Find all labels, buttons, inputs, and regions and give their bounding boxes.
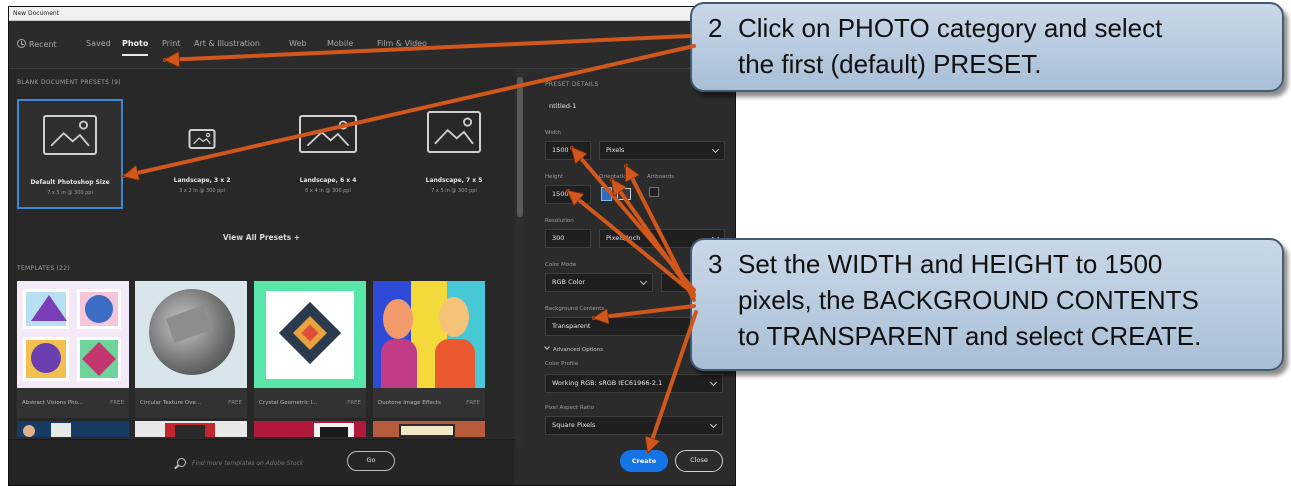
chevron-down-icon [709,378,718,387]
preset-name: Default Photoshop Size [30,179,110,186]
tab-photo[interactable]: Photo [122,39,149,56]
category-tabs: Recent Saved Photo Print Art & Illustrat… [9,21,735,69]
callout-text: Set the WIDTH and HEIGHT to 1500 pixels,… [738,249,1202,351]
preset-name: Landscape, 7 x 5 [425,177,483,184]
chevron-down-icon [639,277,648,286]
resolution-input[interactable]: 300 [545,229,591,248]
width-label: Width [545,130,561,136]
color-profile-select[interactable]: Working RGB: sRGB IEC61966-2.1 [545,374,723,393]
tab-recent[interactable]: Recent [17,39,57,49]
template-thumbnail [254,281,366,388]
preset-size: 7 x 5 in @ 300 ppi [431,188,477,194]
preset-name: Landscape, 3 x 2 [173,177,231,184]
template-caption: Circular Texture Ove... FREE [135,388,247,418]
color-mode-select[interactable]: RGB Color [545,273,653,292]
template-thumbnail-row2-3[interactable] [254,421,366,437]
artboards-checkbox[interactable] [649,187,659,197]
presets-scrollbar[interactable] [516,71,524,447]
stock-search-bar: Go [9,439,514,485]
template-thumbnail-row2-1[interactable] [17,421,129,437]
resolution-label: Resolution [545,218,574,224]
close-button[interactable]: Close [675,450,723,472]
callout-number: 3 [708,249,723,279]
preset-landscape-3x2[interactable]: Landscape, 3 x 2 3 x 2 in @ 300 ppi [149,99,255,209]
window-title: New Document [9,7,735,21]
tab-film-video[interactable]: Film & Video [377,39,427,48]
create-button[interactable]: Create [620,450,668,472]
artboards-label: Artboards [647,174,674,180]
callout-step-3: 3 Set the WIDTH and HEIGHT to 1500 pixel… [690,238,1284,371]
stock-search-input[interactable] [192,454,342,472]
height-input[interactable]: 1500 [545,185,591,204]
clock-icon [17,39,26,48]
preset-landscape-7x5[interactable]: Landscape, 7 x 5 7 x 5 in @ 300 ppi [401,99,507,209]
go-button[interactable]: Go [347,451,395,471]
template-thumbnail [17,281,129,388]
color-mode-label: Color Mode [545,262,577,268]
width-input[interactable]: 1500 [545,141,591,160]
color-profile-label: Color Profile [545,361,579,367]
document-image-icon [188,129,216,149]
pixel-aspect-ratio-select[interactable]: Square Pixels [545,416,723,435]
search-icon [177,458,186,467]
chevron-down-icon [709,420,718,429]
document-name-field[interactable]: ntitled-1 [545,97,723,116]
tab-mobile[interactable]: Mobile [327,39,353,48]
details-header: PRESET DETAILS [545,81,599,88]
template-caption: Duotone Image Effects FREE [373,388,485,418]
tab-web[interactable]: Web [289,39,306,48]
template-thumbnail [17,421,129,437]
height-label: Height [545,174,564,180]
document-image-icon [43,115,97,155]
pixel-aspect-ratio-label: Pixel Aspect Ratio [545,405,595,411]
preset-name: Landscape, 6 x 4 [299,177,357,184]
background-contents-label: Background Contents [545,306,605,312]
template-thumbnail [373,281,485,388]
callout-text: Click on PHOTO category and select the f… [738,13,1163,79]
chevron-down-icon [711,145,720,154]
new-document-dialog: New Document Recent Saved Photo Print Ar… [8,6,736,486]
scrollbar-thumb[interactable] [517,77,523,217]
document-image-icon [299,115,357,153]
tab-label: Recent [29,40,57,49]
callout-number: 2 [708,13,723,43]
width-unit-select[interactable]: Pixels [599,141,725,160]
presets-pane: BLANK DOCUMENT PRESETS (9) Default Photo… [9,69,514,437]
preset-landscape-6x4[interactable]: Landscape, 6 x 4 6 x 4 in @ 300 ppi [275,99,381,209]
chevron-down-icon [544,344,550,350]
portrait-orientation-icon[interactable] [601,187,612,201]
template-thumbnail [373,421,485,437]
advanced-options-toggle[interactable]: Advanced Options [544,344,603,353]
preset-size: 6 x 4 in @ 300 ppi [305,188,351,194]
preset-default-photoshop-size[interactable]: Default Photoshop Size 7 x 5 in @ 300 pp… [17,99,123,209]
callout-step-2: 2 Click on PHOTO category and select the… [690,2,1284,92]
template-thumbnail [135,421,247,437]
document-image-icon [427,111,481,153]
template-caption: Abstract Visions Pho... FREE [17,388,129,418]
template-thumbnail-row2-4[interactable] [373,421,485,437]
tab-art-illustration[interactable]: Art & Illustration [194,39,260,48]
template-thumbnail-row2-2[interactable] [135,421,247,437]
templates-header: TEMPLATES (22) [17,265,71,272]
template-caption: Crystal Geometric I... FREE [254,388,366,418]
template-thumbnail [254,421,366,437]
view-all-presets-link[interactable]: View All Presets + [9,233,514,242]
tab-print[interactable]: Print [162,39,180,48]
preset-size: 7 x 5 in @ 300 ppi [47,190,93,196]
presets-header: BLANK DOCUMENT PRESETS (9) [17,79,121,86]
preset-size: 3 x 2 in @ 300 ppi [179,188,225,194]
landscape-orientation-icon[interactable] [617,188,631,200]
template-thumbnail [135,281,247,388]
tutorial-screenshot: New Document Recent Saved Photo Print Ar… [0,0,1291,492]
tab-saved[interactable]: Saved [86,39,111,48]
orientation-label: Orientation [599,174,631,180]
